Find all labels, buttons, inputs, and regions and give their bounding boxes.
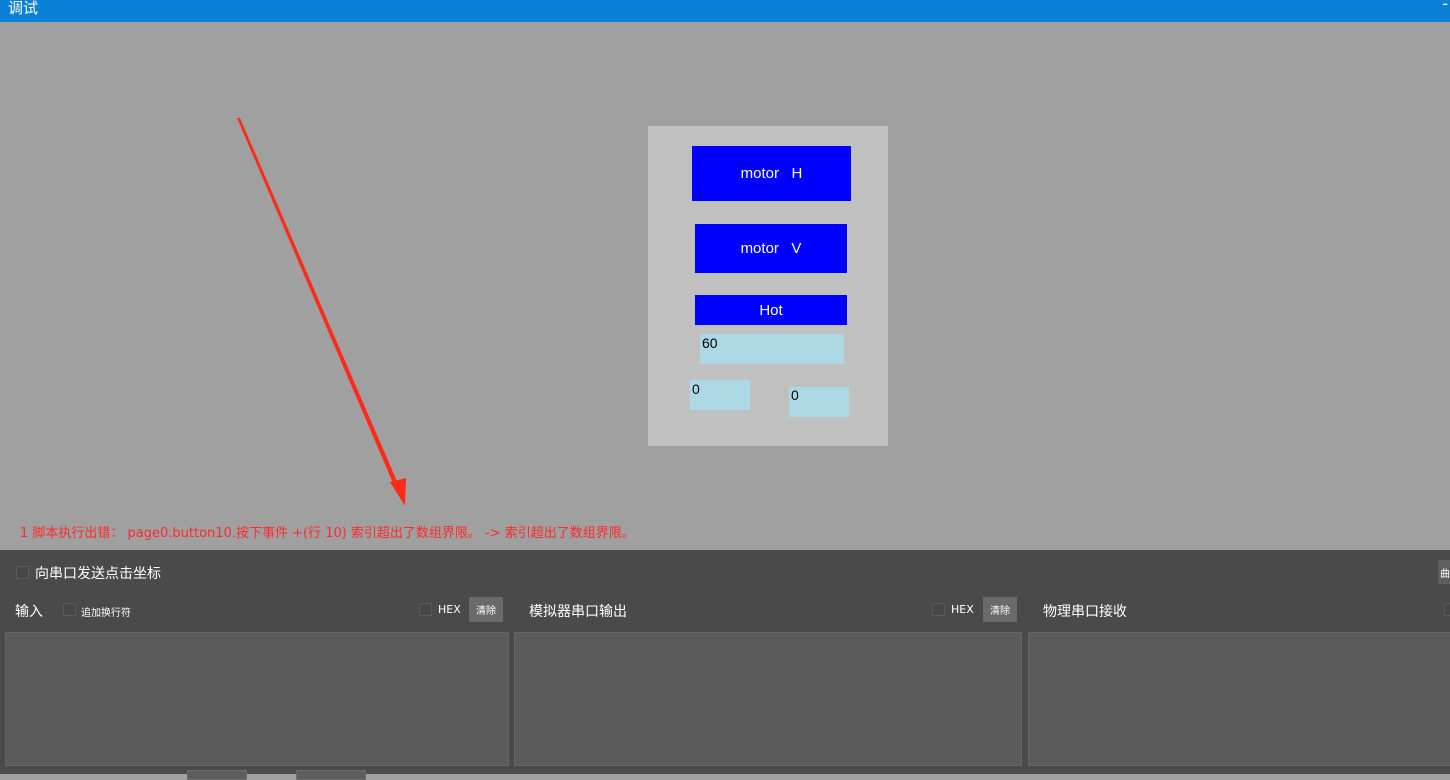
simulator-screen: motor H motor V Hot 60 0 0: [648, 126, 888, 446]
input-textarea[interactable]: [5, 632, 509, 766]
number-display-main: 60: [700, 334, 844, 364]
input-hex-label: HEX: [438, 603, 461, 616]
output-hex-checkbox[interactable]: [932, 603, 945, 616]
output-clear-button[interactable]: 清除: [983, 597, 1017, 622]
debug-panel: 向串口发送点击坐标 曲 输入 追加换行符 HEX 清除 模拟器串口输出 HEX …: [0, 550, 1450, 780]
input-hex-checkbox[interactable]: [419, 603, 432, 616]
motor-v-button[interactable]: motor V: [695, 224, 847, 273]
physical-hex-checkbox[interactable]: [1444, 603, 1450, 616]
sim-output-textarea[interactable]: [514, 632, 1022, 766]
sim-output-title: 模拟器串口输出: [529, 604, 627, 620]
physical-receive-textarea[interactable]: [1028, 632, 1450, 766]
input-clear-button[interactable]: 清除: [469, 597, 503, 622]
bottom-control-1[interactable]: [187, 770, 247, 780]
title-bar: 调试 -: [0, 0, 1450, 22]
output-hex-label: HEX: [951, 603, 974, 616]
send-coords-checkbox[interactable]: [16, 566, 29, 579]
script-error-message: 1 脚本执行出错： page0.button10.按下事件 +(行 10) 索引…: [20, 526, 635, 541]
append-newline-label: 追加换行符: [81, 608, 131, 619]
motor-h-button[interactable]: motor H: [692, 146, 851, 201]
hot-button[interactable]: Hot: [695, 295, 847, 325]
window-title: 调试: [8, 0, 39, 17]
arrow-head: [390, 478, 406, 506]
append-newline-checkbox[interactable]: [63, 603, 76, 616]
input-section-title: 输入: [15, 604, 43, 620]
number-display-right: 0: [789, 387, 849, 417]
minimize-button[interactable]: -: [1442, 0, 1448, 13]
bottom-control-2[interactable]: [296, 770, 366, 780]
arrow-shaft: [237, 118, 400, 490]
physical-receive-title: 物理串口接收: [1043, 604, 1127, 620]
right-edge-button[interactable]: 曲: [1438, 560, 1450, 584]
number-display-left: 0: [690, 380, 750, 410]
send-coords-label: 向串口发送点击坐标: [35, 566, 161, 582]
